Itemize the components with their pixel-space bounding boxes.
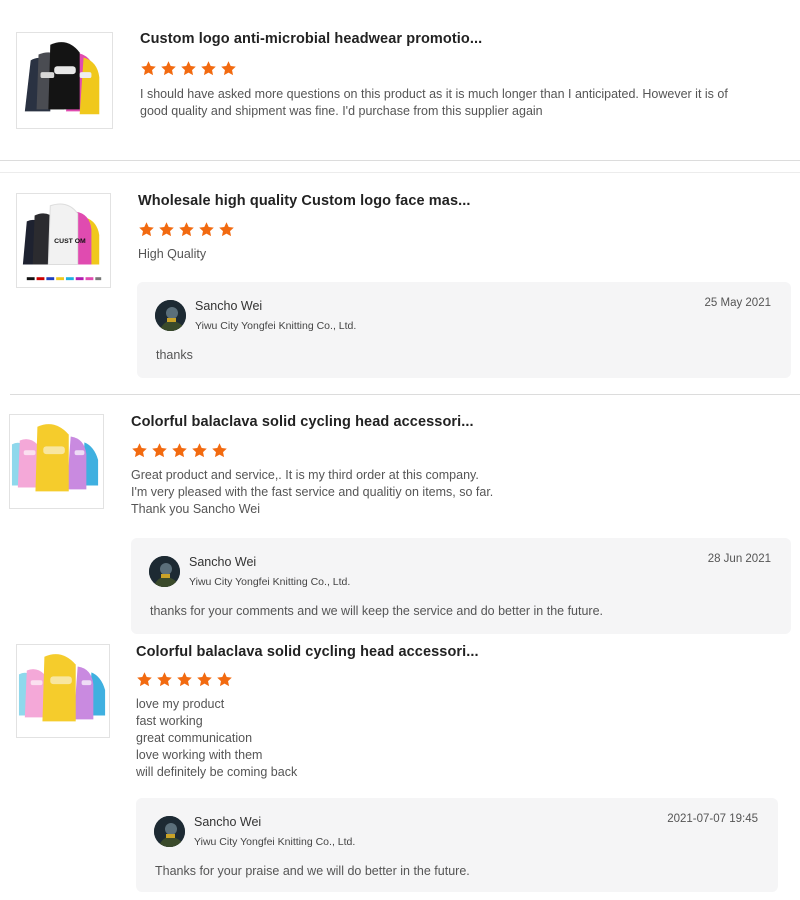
- reply-company[interactable]: Yiwu City Yongfei Knitting Co., Ltd.: [195, 320, 356, 332]
- reply-date: 2021-07-07 19:45: [667, 813, 758, 825]
- star-icon: [136, 671, 153, 688]
- avatar[interactable]: [154, 816, 185, 847]
- avatar[interactable]: [149, 556, 180, 587]
- reply-company[interactable]: Yiwu City Yongfei Knitting Co., Ltd.: [189, 576, 350, 588]
- star-icon: [138, 221, 155, 238]
- star-icon: [220, 60, 237, 77]
- star-icon: [176, 671, 193, 688]
- star-icon: [131, 442, 148, 459]
- star-icon: [218, 221, 235, 238]
- star-icon: [156, 671, 173, 688]
- product-thumbnail[interactable]: [16, 644, 110, 738]
- rating-stars: [138, 221, 235, 239]
- rating-stars: [131, 442, 228, 460]
- star-icon: [191, 442, 208, 459]
- reply-date: 25 May 2021: [704, 297, 772, 309]
- balaclava-image: [10, 415, 103, 508]
- reply-company[interactable]: Yiwu City Yongfei Knitting Co., Ltd.: [194, 836, 355, 848]
- star-icon: [216, 671, 233, 688]
- star-icon: [158, 221, 175, 238]
- review-card: Colorful balaclava solid cycling head ac…: [0, 394, 800, 634]
- reply-date: 28 Jun 2021: [707, 553, 771, 565]
- rating-stars: [136, 671, 233, 689]
- review-card: Colorful balaclava solid cycling head ac…: [0, 634, 800, 900]
- supplier-reply: Sancho Wei Yiwu City Yongfei Knitting Co…: [131, 538, 791, 634]
- review-card: Custom logo anti-microbial headwear prom…: [0, 0, 800, 160]
- balaclava-image: [17, 645, 109, 737]
- reply-author-name: Sancho Wei: [195, 299, 263, 313]
- star-icon: [200, 60, 217, 77]
- avatar-image: [155, 300, 186, 331]
- star-icon: [160, 60, 177, 77]
- review-text: High Quality: [138, 247, 207, 261]
- product-title[interactable]: Custom logo anti-microbial headwear prom…: [140, 31, 482, 47]
- thumbnail-logo-text: CUST OM: [54, 238, 86, 245]
- star-icon: [198, 221, 215, 238]
- balaclava-image: [17, 33, 112, 128]
- star-icon: [140, 60, 157, 77]
- reply-author-name: Sancho Wei: [194, 815, 262, 829]
- review-card: CUST OM Wholesale high quality Custom lo…: [0, 172, 800, 392]
- avatar[interactable]: [155, 300, 186, 331]
- reply-author-name: Sancho Wei: [189, 555, 257, 569]
- reply-text: thanks: [156, 348, 193, 362]
- product-title[interactable]: Wholesale high quality Custom logo face …: [138, 193, 471, 209]
- review-text: Great product and service,. It is my thi…: [131, 468, 494, 516]
- balaclava-image: CUST OM: [17, 194, 110, 287]
- reply-text: Thanks for your praise and we will do be…: [155, 864, 470, 878]
- supplier-reply: Sancho Wei Yiwu City Yongfei Knitting Co…: [137, 282, 791, 378]
- reply-text: thanks for your comments and we will kee…: [150, 604, 604, 618]
- rating-stars: [140, 60, 237, 78]
- supplier-reply: Sancho Wei Yiwu City Yongfei Knitting Co…: [136, 798, 778, 892]
- star-icon: [196, 671, 213, 688]
- review-text: I should have asked more questions on th…: [140, 87, 728, 118]
- product-title[interactable]: Colorful balaclava solid cycling head ac…: [131, 414, 474, 430]
- star-icon: [151, 442, 168, 459]
- avatar-image: [154, 816, 185, 847]
- product-thumbnail[interactable]: CUST OM: [16, 193, 111, 288]
- avatar-image: [149, 556, 180, 587]
- star-icon: [178, 221, 195, 238]
- star-icon: [211, 442, 228, 459]
- product-thumbnail[interactable]: [9, 414, 104, 509]
- product-thumbnail[interactable]: [16, 32, 113, 129]
- star-icon: [180, 60, 197, 77]
- review-text: love my product fast working great commu…: [136, 697, 298, 779]
- product-title[interactable]: Colorful balaclava solid cycling head ac…: [136, 644, 479, 660]
- star-icon: [171, 442, 188, 459]
- divider: [0, 160, 800, 161]
